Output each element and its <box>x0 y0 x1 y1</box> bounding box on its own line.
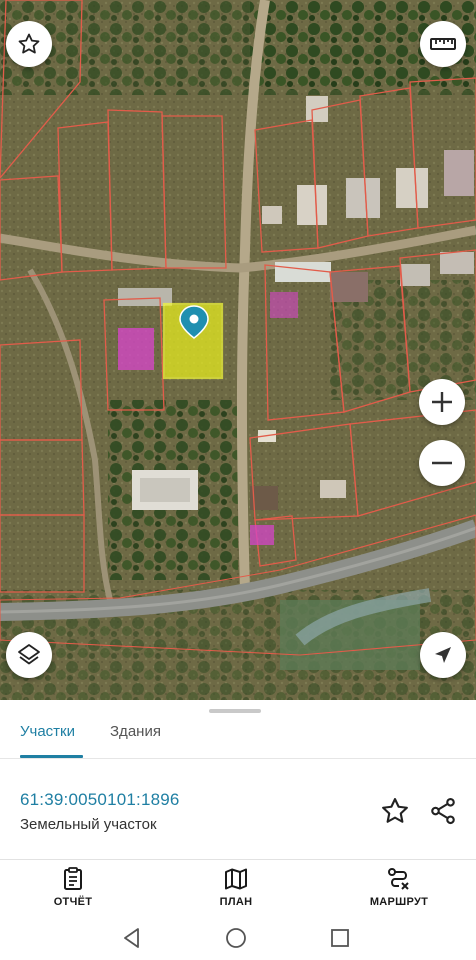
report-label: ОТЧЁТ <box>53 896 93 908</box>
report-button[interactable]: ОТЧЁТ <box>13 866 133 914</box>
route-button[interactable]: МАРШРУТ <box>339 866 459 914</box>
ruler-button[interactable] <box>420 21 466 67</box>
cadastral-number[interactable]: 61:39:0050101:1896 <box>20 790 180 810</box>
square-recent-icon[interactable] <box>328 926 352 950</box>
zoom-in-button[interactable] <box>419 379 465 425</box>
building-highlight <box>270 292 298 318</box>
add-to-favorites-button[interactable] <box>380 796 410 826</box>
system-navigation-bar <box>0 916 476 960</box>
tab-buildings[interactable]: Здания <box>110 722 161 742</box>
star-outline-icon <box>18 33 40 54</box>
layers-icon <box>18 644 40 665</box>
plan-label: ПЛАН <box>219 896 253 908</box>
tab-parcels[interactable]: Участки <box>20 722 75 742</box>
triangle-back-icon[interactable] <box>120 926 144 950</box>
sheet-tabs: Участки Здания <box>0 718 476 758</box>
share-button[interactable] <box>428 796 458 826</box>
satellite-imagery <box>0 0 476 700</box>
plus-icon <box>432 392 452 412</box>
circle-home-icon[interactable] <box>224 926 248 950</box>
navigation-arrow-icon <box>435 647 451 663</box>
plan-button[interactable]: ПЛАН <box>176 866 296 914</box>
parcel-type-label: Земельный участок <box>20 816 157 833</box>
star-outline-icon <box>382 798 408 823</box>
locate-me-button[interactable] <box>420 632 466 678</box>
favorite-map-button[interactable] <box>6 21 52 67</box>
building-highlight <box>118 328 154 370</box>
map-view[interactable] <box>0 0 476 700</box>
share-icon <box>431 797 455 825</box>
sheet-drag-handle[interactable] <box>209 709 261 713</box>
parcel-info-sheet: Участки Здания 61:39:0050101:1896 Земель… <box>0 700 476 860</box>
route-label: МАРШРУТ <box>369 896 429 908</box>
report-icon <box>64 867 82 890</box>
ruler-icon <box>430 38 456 50</box>
map-plan-icon <box>225 868 247 890</box>
zoom-out-button[interactable] <box>419 440 465 486</box>
action-bar: ОТЧЁТ ПЛАН МАРШРУТ <box>0 860 476 916</box>
building-highlight <box>250 525 274 545</box>
minus-icon <box>432 461 452 465</box>
divider <box>0 758 476 759</box>
layers-button[interactable] <box>6 632 52 678</box>
route-icon <box>388 868 409 890</box>
